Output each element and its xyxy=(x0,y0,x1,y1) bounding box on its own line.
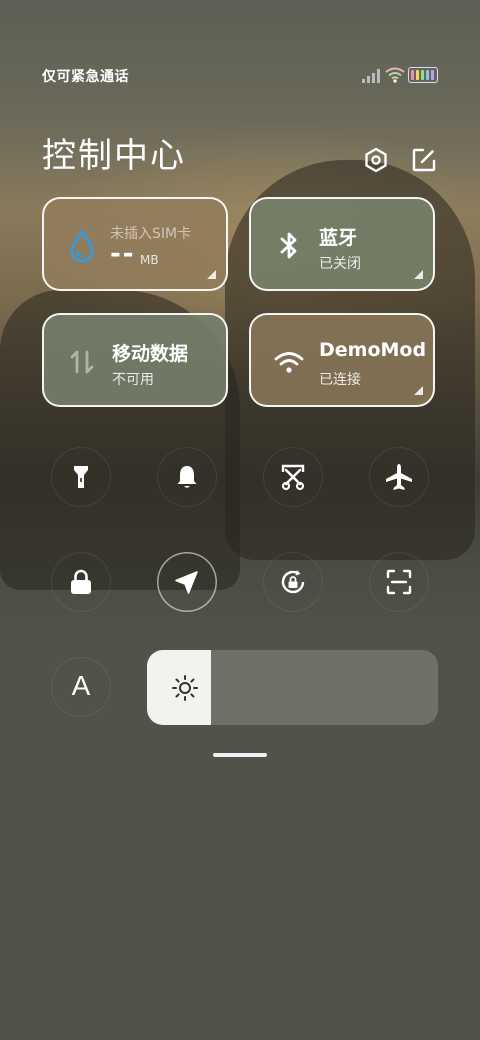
lock-icon xyxy=(71,569,91,594)
bluetooth-status: 已关闭 xyxy=(319,256,361,272)
bluetooth-label: 蓝牙 xyxy=(319,227,358,249)
drag-handle[interactable] xyxy=(213,753,267,757)
wifi-status-icon xyxy=(385,67,405,83)
location-button[interactable] xyxy=(157,552,217,612)
wifi-status: 已连接 xyxy=(319,372,361,388)
auto-brightness-button[interactable]: A xyxy=(51,657,111,717)
signal-icon xyxy=(362,69,380,83)
data-usage-tile[interactable]: 未插入SIM卡 -- MB xyxy=(42,197,228,291)
bluetooth-icon xyxy=(280,232,297,259)
expand-corner-icon xyxy=(414,386,423,395)
airplane-icon xyxy=(386,464,412,490)
brightness-slider[interactable] xyxy=(147,650,438,725)
page-title: 控制中心 xyxy=(42,136,186,176)
scanner-button[interactable] xyxy=(369,552,429,612)
settings-icon[interactable] xyxy=(362,146,390,174)
flashlight-button[interactable] xyxy=(51,447,111,507)
water-drop-icon xyxy=(70,229,94,263)
rotation-lock-icon xyxy=(281,570,305,594)
silent-button[interactable] xyxy=(157,447,217,507)
bell-icon xyxy=(177,466,197,488)
location-arrow-icon xyxy=(175,571,198,594)
lock-screen-button[interactable] xyxy=(51,552,111,612)
data-usage-unit: MB xyxy=(140,253,159,267)
airplane-mode-button[interactable] xyxy=(369,447,429,507)
battery-icon xyxy=(408,67,438,83)
wifi-tile[interactable]: DemoMod 已连接 xyxy=(249,313,435,407)
mobile-data-icon xyxy=(70,350,94,374)
wifi-icon xyxy=(274,352,304,373)
edit-icon[interactable] xyxy=(410,146,438,174)
screenshot-button[interactable] xyxy=(263,447,323,507)
expand-corner-icon xyxy=(414,270,423,279)
expand-corner-icon xyxy=(207,270,216,279)
auto-brightness-label: A xyxy=(71,670,91,701)
mobile-data-label: 移动数据 xyxy=(112,343,189,365)
rotation-lock-button[interactable] xyxy=(263,552,323,612)
flashlight-icon xyxy=(74,466,88,488)
carrier-text: 仅可紧急通话 xyxy=(42,69,129,85)
sun-icon xyxy=(172,675,198,701)
bluetooth-tile[interactable]: 蓝牙 已关闭 xyxy=(249,197,435,291)
mobile-data-status: 不可用 xyxy=(112,372,154,388)
scan-icon xyxy=(386,569,412,595)
status-bar: 仅可紧急通话 xyxy=(0,66,480,88)
data-usage-value: -- xyxy=(110,239,136,269)
wifi-network-name: DemoMod xyxy=(319,339,427,361)
mobile-data-tile[interactable]: 移动数据 不可用 xyxy=(42,313,228,407)
screenshot-scissors-icon xyxy=(281,464,305,491)
